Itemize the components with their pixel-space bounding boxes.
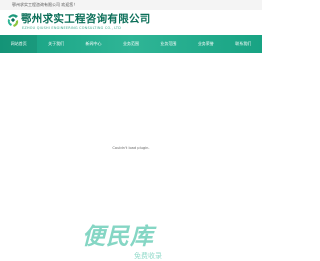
nav-item-home[interactable]: 网站首页 [0,35,38,53]
nav-item-business-scope-2[interactable]: 业务范围 [150,35,187,53]
company-logo-icon[interactable] [6,12,20,30]
nav-item-contact[interactable]: 联系我们 [225,35,262,53]
main-navigation: 网站首页 关于我们 新闻中心 业务范围 业务范围 业务荣誉 联系我们 [0,35,262,53]
company-name-english: EZHOU QIUSHI ENGINEERING CONSULTING CO.,… [22,26,122,30]
watermark-subtitle: 免费收录 [134,252,162,260]
watermark-logo-text: 便民库 [82,224,154,250]
nav-item-news[interactable]: 新闻中心 [75,35,112,53]
nav-item-about[interactable]: 关于我们 [37,35,74,53]
nav-item-business-scope[interactable]: 业务范围 [112,35,149,53]
nav-item-honors[interactable]: 业务荣誉 [187,35,224,53]
welcome-text: 鄂州求实工程咨询有限公司 欢迎您！ [12,2,78,7]
company-name[interactable]: 鄂州求实工程咨询有限公司 [21,13,151,25]
plugin-error-message: Couldn't load plugin. [112,146,150,150]
